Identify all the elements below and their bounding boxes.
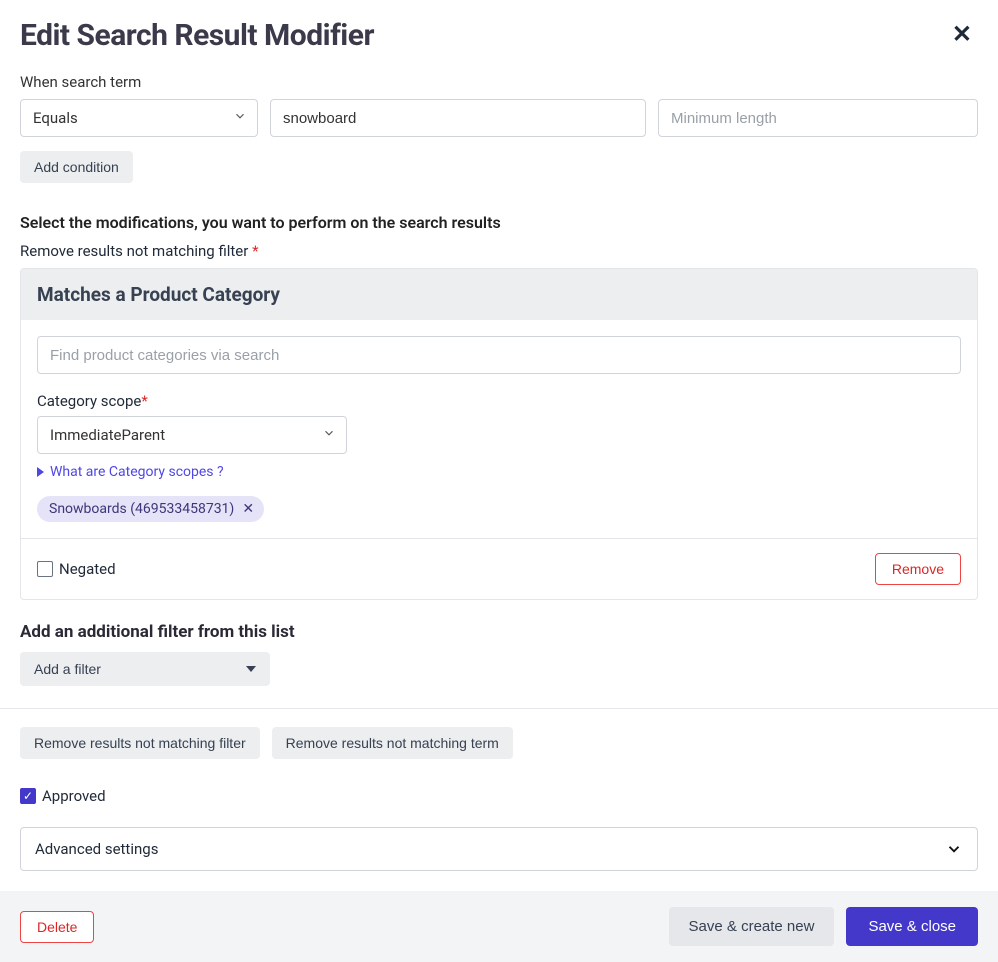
advanced-label: Advanced settings bbox=[35, 840, 158, 858]
remove-filter-label: Remove results not matching filter * bbox=[20, 242, 978, 260]
chevron-down-icon bbox=[945, 840, 963, 858]
condition-label: When search term bbox=[20, 73, 978, 91]
save-create-new-button[interactable]: Save & create new bbox=[669, 907, 835, 946]
modal-footer: Delete Save & create new Save & close bbox=[0, 891, 998, 962]
condition-operator-value: Equals bbox=[33, 109, 78, 127]
panel-title: Matches a Product Category bbox=[21, 269, 977, 320]
chip-label: Snowboards (469533458731) bbox=[49, 501, 234, 517]
scope-label: Category scope* bbox=[37, 392, 961, 410]
chevron-down-icon bbox=[322, 426, 336, 444]
condition-minlength-input[interactable] bbox=[658, 99, 978, 137]
page-title: Edit Search Result Modifier bbox=[20, 18, 374, 53]
category-search-input[interactable] bbox=[37, 336, 961, 374]
divider bbox=[0, 708, 998, 709]
condition-term-input[interactable] bbox=[270, 99, 646, 137]
chevron-down-icon bbox=[233, 109, 247, 127]
category-chip: Snowboards (469533458731) ✕ bbox=[37, 496, 264, 522]
scope-value: ImmediateParent bbox=[50, 426, 165, 444]
scope-help-link[interactable]: What are Category scopes ? bbox=[37, 464, 961, 480]
remove-filter-button[interactable]: Remove bbox=[875, 553, 961, 585]
add-condition-button[interactable]: Add condition bbox=[20, 151, 133, 183]
condition-operator-select[interactable]: Equals bbox=[20, 99, 258, 137]
triangle-down-icon bbox=[246, 666, 256, 672]
approved-label: Approved bbox=[42, 787, 106, 805]
triangle-right-icon bbox=[37, 467, 44, 477]
chip-remove-icon[interactable]: ✕ bbox=[242, 501, 254, 517]
advanced-settings-toggle[interactable]: Advanced settings bbox=[20, 827, 978, 871]
category-filter-panel: Matches a Product Category Category scop… bbox=[20, 268, 978, 600]
add-filter-dropdown[interactable]: Add a filter bbox=[20, 652, 270, 686]
category-scope-select[interactable]: ImmediateParent bbox=[37, 416, 347, 454]
negated-label: Negated bbox=[59, 560, 116, 578]
pill-remove-filter[interactable]: Remove results not matching filter bbox=[20, 727, 260, 759]
additional-filter-heading: Add an additional filter from this list bbox=[20, 622, 978, 642]
delete-button[interactable]: Delete bbox=[20, 911, 94, 943]
negated-checkbox[interactable] bbox=[37, 561, 53, 577]
approved-checkbox[interactable] bbox=[20, 788, 36, 804]
save-close-button[interactable]: Save & close bbox=[846, 907, 978, 946]
close-button[interactable]: ✕ bbox=[946, 18, 978, 50]
modifications-heading: Select the modifications, you want to pe… bbox=[20, 213, 978, 232]
pill-remove-term[interactable]: Remove results not matching term bbox=[272, 727, 513, 759]
